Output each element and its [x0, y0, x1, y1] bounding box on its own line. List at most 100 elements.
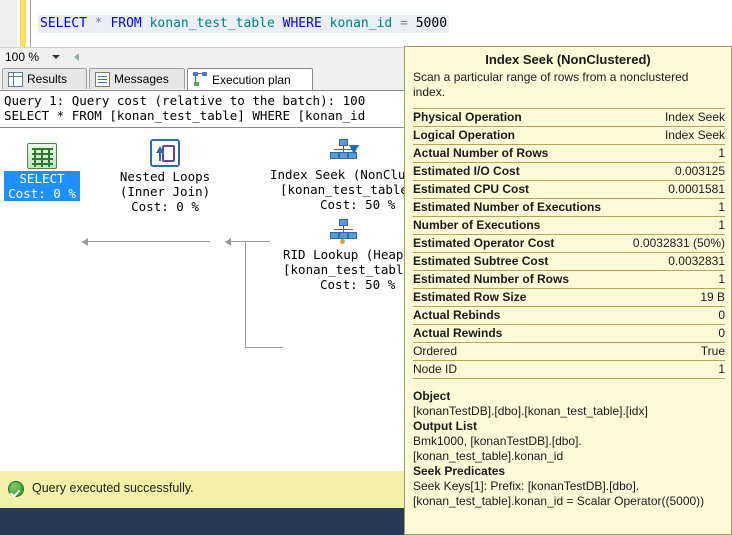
tooltip-section-heading: Seek Predicates — [413, 464, 506, 478]
sql-token: konan_test_table — [149, 16, 275, 31]
tooltip-property-row: Actual Number of Rows 1 — [413, 144, 725, 163]
query-editor[interactable]: SELECT * FROM konan_test_table WHERE kon… — [0, 0, 732, 47]
tooltip-properties-table: Physical Operation Index Seek Logical Oper… — [413, 108, 725, 379]
tooltip-property-row: Estimated Number of Executions 1 — [413, 198, 725, 217]
tooltip-sections: Object [konanTestDB].[dbo].[konan_test_ta… — [405, 379, 731, 509]
sql-token: * — [94, 16, 103, 31]
tooltip-title: Index Seek (NonClustered) — [485, 52, 651, 67]
tooltip-property-key: Logical Operation — [413, 126, 623, 145]
plan-node-nested-loops[interactable]: Nested Loops (Inner Join) Cost: 0 % — [105, 139, 225, 214]
status-message: Query executed successfully. — [32, 481, 194, 495]
connector-vertical-lookup — [245, 241, 246, 347]
execution-plan-icon — [193, 72, 208, 87]
sql-token: konan_id — [329, 16, 393, 31]
tab-results[interactable]: Results — [2, 68, 87, 89]
tooltip-property-value: 1 — [622, 270, 725, 289]
tooltip-property-value: Index Seek — [622, 126, 725, 145]
tooltip-property-value: 1 — [622, 216, 725, 235]
editor-gutter — [0, 0, 17, 47]
tooltip-property-value: 0.003125 — [622, 162, 725, 181]
tooltip-property-key: Estimated Number of Executions — [413, 198, 623, 217]
sql-token: WHERE — [282, 16, 322, 31]
success-check-icon — [8, 481, 24, 497]
plan-node-select[interactable]: SELECT Cost: 0 % — [4, 143, 80, 201]
tooltip-property-key: Node ID — [413, 360, 623, 379]
tooltip-property-row: Logical Operation Index Seek — [413, 126, 725, 145]
plan-node-nested-loops-line2: (Inner Join) — [119, 184, 211, 199]
tooltip-property-row: Physical Operation Index Seek — [413, 108, 725, 127]
tooltip-section-line: [konan_test_table].konan_id = Scalar Ope… — [413, 494, 705, 508]
tooltip-property-key: Estimated Row Size — [413, 288, 623, 307]
split-handle-icon[interactable] — [74, 53, 79, 61]
tooltip-section-line: Seek Keys[1]: Prefix: [konanTestDB].[dbo… — [413, 479, 640, 493]
zoom-level-value: 100 % — [5, 50, 40, 64]
sql-token: 5000 — [415, 16, 448, 31]
tab-execution-plan[interactable]: Execution plan — [187, 68, 313, 91]
tooltip-property-value: 0 — [622, 306, 725, 325]
tooltip-property-key: Estimated Operator Cost — [413, 234, 623, 253]
tooltip-section-heading: Object — [413, 389, 451, 403]
tooltip-property-key: Physical Operation — [413, 108, 623, 127]
tooltip-section-heading: Output List — [413, 419, 477, 433]
editor-gutter-separator — [30, 0, 31, 47]
tooltip-property-key: Estimated I/O Cost — [413, 162, 623, 181]
tooltip-property-row: Actual Rewinds 0 — [413, 324, 725, 343]
plan-node-nested-loops-line3: Cost: 0 % — [131, 199, 199, 214]
tooltip-property-row: Estimated Operator Cost 0.0032831 (50%) — [413, 234, 725, 253]
index-seek-icon — [330, 139, 359, 165]
chevron-down-icon[interactable] — [52, 55, 60, 59]
tooltip-section-line: [konan_test_table].konan_id — [413, 449, 564, 463]
tooltip-property-key: Estimated CPU Cost — [413, 180, 623, 199]
sql-token: SELECT — [40, 16, 87, 31]
connector-loops-to-select — [82, 241, 210, 242]
editor-change-bar — [20, 0, 26, 47]
plan-node-select-label: SELECT Cost: 0 % — [4, 171, 80, 201]
tooltip-property-row: Ordered True — [413, 342, 725, 361]
tooltip-property-key: Estimated Number of Rows — [413, 270, 623, 289]
sql-token: FROM — [110, 16, 142, 31]
select-result-icon — [27, 143, 57, 169]
tooltip-section-line: [konanTestDB].[dbo].[konan_test_table].[… — [413, 404, 648, 418]
operator-tooltip: Index Seek (NonClustered) Scan a particu… — [404, 46, 732, 535]
tooltip-property-value: 1 — [622, 144, 725, 163]
tooltip-property-row: Number of Executions 1 — [413, 216, 725, 235]
tooltip-property-row: Estimated Row Size 19 B — [413, 288, 725, 307]
tooltip-property-value: 1 — [622, 360, 725, 379]
tooltip-property-value: Index Seek — [622, 108, 725, 127]
tooltip-property-row: Actual Rebinds 0 — [413, 306, 725, 325]
tooltip-property-key: Ordered — [413, 342, 623, 361]
plan-header-line-2: SELECT * FROM [konan_test_table] WHERE [… — [4, 108, 366, 123]
sql-query-text[interactable]: SELECT * FROM konan_test_table WHERE kon… — [38, 15, 450, 33]
tab-messages[interactable]: Messages — [89, 68, 185, 89]
tooltip-property-row: Estimated Number of Rows 1 — [413, 270, 725, 289]
nested-loops-icon — [150, 139, 180, 167]
tooltip-description: Scan a particular range of rows from a n… — [413, 70, 689, 99]
plan-node-nested-loops-line1: Nested Loops — [119, 169, 211, 184]
tooltip-property-value: 1 — [622, 198, 725, 217]
tooltip-property-key: Actual Rewinds — [413, 324, 623, 343]
tooltip-property-row: Estimated CPU Cost 0.0001581 — [413, 180, 725, 199]
sql-token: = — [400, 16, 408, 31]
tooltip-property-key: Actual Number of Rows — [413, 144, 623, 163]
tooltip-property-row: Estimated I/O Cost 0.003125 — [413, 162, 725, 181]
tab-execution-plan-label: Execution plan — [212, 73, 291, 87]
tooltip-property-value: 19 B — [622, 288, 725, 307]
tooltip-section-line: Bmk1000, [konanTestDB].[dbo]. — [413, 434, 582, 448]
plan-header-line-1: Query 1: Query cost (relative to the bat… — [4, 93, 366, 108]
tooltip-property-key: Number of Executions — [413, 216, 623, 235]
tooltip-property-value: 0 — [622, 324, 725, 343]
rid-lookup-icon — [330, 219, 358, 245]
message-icon — [95, 72, 110, 87]
tooltip-property-key: Actual Rebinds — [413, 306, 623, 325]
tooltip-property-value: 0.0032831 (50%) — [622, 234, 725, 253]
tab-messages-label: Messages — [114, 72, 169, 86]
tooltip-property-row: Estimated Subtree Cost 0.0032831 — [413, 252, 725, 271]
tooltip-property-row: Node ID 1 — [413, 360, 725, 379]
tooltip-property-value: 0.0032831 — [622, 252, 725, 271]
tooltip-property-value: 0.0001581 — [622, 180, 725, 199]
